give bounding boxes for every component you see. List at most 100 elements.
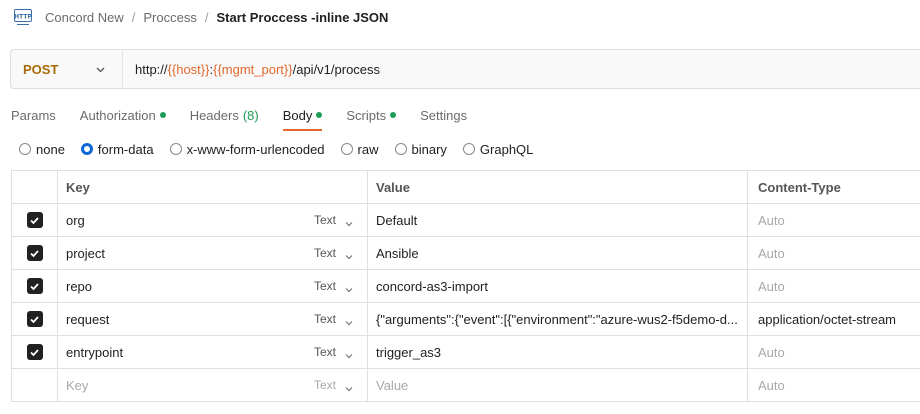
value-input[interactable]: Ansible [368,237,748,269]
request-title[interactable]: Start Proccess -inline JSON [216,10,388,25]
key-input[interactable]: repo [58,270,306,302]
key-input[interactable]: org [58,204,306,236]
row-checkbox-cell [12,336,58,368]
value-input[interactable]: Default [368,204,748,236]
row-checkbox[interactable] [26,245,43,261]
body-type-raw[interactable]: raw [340,141,379,157]
body-type-x-www-form-urlencoded[interactable]: x-www-form-urlencoded [169,141,325,157]
breadcrumb-collection[interactable]: Concord New [45,10,124,25]
row-checkbox-cell [12,369,58,401]
header-key: Key [58,171,368,203]
content-type-input[interactable]: Auto [748,237,920,269]
checkmark-icon [30,282,39,290]
content-type-input[interactable]: Auto [748,270,920,302]
row-checkbox[interactable] [26,311,43,327]
table-row: org Text Default Auto [12,204,920,237]
type-label: Text [314,378,337,392]
key-input[interactable]: request [58,303,306,335]
tab-authorization[interactable]: Authorization [80,104,166,126]
radio-button[interactable] [462,143,475,155]
tab-label: Authorization [79,107,156,123]
tab-label: Scripts [346,107,387,123]
body-type-graphql[interactable]: GraphQL [462,141,534,157]
key-input[interactable]: project [58,237,306,269]
row-checkbox[interactable] [26,212,43,228]
checkmark-icon [30,216,39,224]
content-type-input[interactable]: Auto [748,336,920,368]
row-checkbox[interactable] [26,278,43,294]
radio-button[interactable] [80,143,93,155]
body-type-label: none [36,141,65,157]
body-type-binary[interactable]: binary [394,141,447,157]
body-type-label: raw [357,141,379,157]
url-text: http:// [135,61,168,77]
type-select[interactable]: Text [306,237,368,269]
status-dot-icon [159,112,166,118]
type-label: Text [314,279,337,293]
type-select[interactable]: Text [306,204,368,236]
type-label: Text [314,312,337,326]
value-input[interactable]: Value [368,369,748,401]
table-row: request Text {"arguments":{"event":[{"envi… [12,303,920,336]
table-row-empty: Key Text Value Auto [12,369,920,402]
body-type-options: none form-data x-www-form-urlencoded raw bin… [19,140,549,158]
status-dot-icon [390,112,397,118]
breadcrumb-separator: / [131,9,136,25]
type-select[interactable]: Text [306,270,368,302]
url-text: /api/v1/process [292,61,381,77]
table-header-row: Key Value Content-Type [12,171,920,204]
tab-body[interactable]: Body [282,104,323,131]
table-row: repo Text concord-as3-import Auto [12,270,920,303]
type-label: Text [314,345,337,359]
svg-text:HTTP: HTTP [14,13,32,20]
http-request-icon: HTTP [14,8,32,25]
chevron-down-icon [344,250,354,265]
value-input[interactable]: concord-as3-import [368,270,748,302]
type-select[interactable]: Text [306,303,368,335]
value-input[interactable]: {"arguments":{"event":[{"environment":"a… [368,303,748,335]
body-type-label: GraphQL [479,141,534,157]
tab-headers[interactable]: Headers (8) [190,104,259,126]
value-input[interactable]: trigger_as3 [368,336,748,368]
method-select[interactable]: POST [11,50,123,88]
tab-params[interactable]: Params [11,104,56,126]
header-checkbox-cell [12,171,58,203]
tab-label: Headers [189,107,239,123]
url-input[interactable]: http://{{host}}:{{mgmt_port}}/api/v1/pro… [123,62,380,77]
checkmark-icon [30,348,39,356]
row-checkbox-cell [12,204,58,236]
type-select[interactable]: Text [306,369,368,401]
breadcrumb-folder[interactable]: Proccess [143,10,196,25]
radio-button[interactable] [169,143,182,155]
chevron-down-icon [344,349,354,364]
content-type-input[interactable]: application/octet-stream [748,303,920,335]
content-type-input[interactable]: Auto [748,369,920,401]
body-type-none[interactable]: none [19,142,65,157]
form-data-table: Key Value Content-Type org Text Default Aut… [11,170,920,402]
url-variable: {{mgmt_port}} [213,61,293,77]
request-url-bar: POST http://{{host}}:{{mgmt_port}}/api/v… [10,49,920,89]
chevron-down-icon [344,316,354,331]
radio-button[interactable] [19,143,31,155]
row-checkbox-cell [12,303,58,335]
tab-settings[interactable]: Settings [420,104,467,126]
breadcrumb: HTTP Concord New / Proccess / Start Proc… [14,6,388,28]
table-row: entrypoint Text trigger_as3 Auto [12,336,920,369]
tab-scripts[interactable]: Scripts [346,104,397,126]
row-checkbox[interactable] [26,344,43,360]
radio-button[interactable] [340,143,353,155]
body-type-label: x-www-form-urlencoded [186,141,325,157]
request-tabs: Params Authorization Headers (8) Body Scripts… [11,104,491,131]
chevron-down-icon [344,217,354,232]
body-type-form-data[interactable]: form-data [80,142,154,157]
key-input[interactable]: entrypoint [58,336,306,368]
type-select[interactable]: Text [306,336,368,368]
body-type-label: binary [411,141,447,157]
content-type-input[interactable]: Auto [748,204,920,236]
type-label: Text [314,213,337,227]
radio-button[interactable] [394,143,407,155]
method-label: POST [23,61,59,77]
chevron-down-icon [344,382,354,397]
header-value: Value [368,171,748,203]
key-input[interactable]: Key [58,369,306,401]
